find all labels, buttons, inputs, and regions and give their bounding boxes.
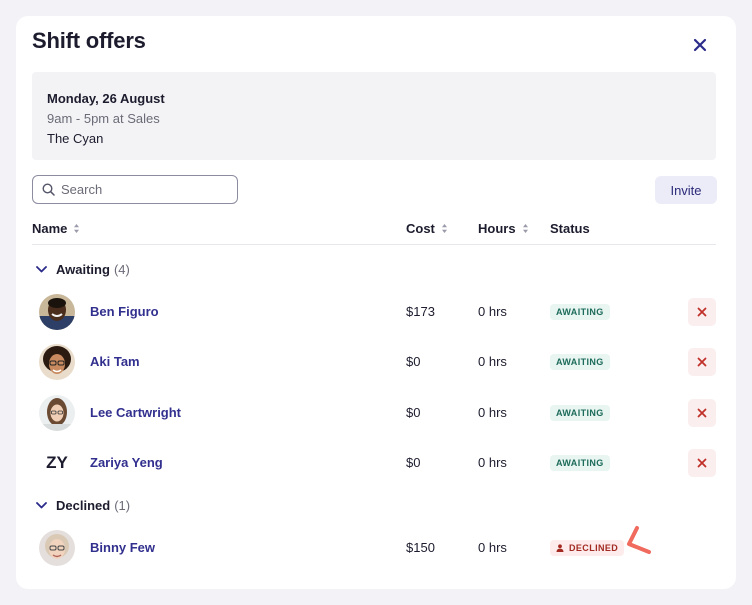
- hours-value: 0 hrs: [478, 405, 507, 420]
- sort-icon: [522, 224, 528, 233]
- column-status-label: Status: [550, 221, 590, 236]
- shift-location: The Cyan: [47, 131, 104, 146]
- remove-button[interactable]: [688, 298, 716, 326]
- annotation-mark: [627, 526, 651, 554]
- cost-value: $0: [406, 405, 421, 420]
- status-badge: DECLINED: [550, 540, 625, 556]
- hours-value: 0 hrs: [478, 540, 507, 555]
- group-label: Awaiting: [56, 262, 110, 277]
- group-awaiting-toggle[interactable]: Awaiting (4): [36, 262, 130, 277]
- status-badge: AWAITING: [550, 455, 610, 471]
- person-icon: [556, 544, 564, 552]
- status-badge: AWAITING: [550, 304, 610, 320]
- hours-value: 0 hrs: [478, 354, 507, 369]
- status-badge: AWAITING: [550, 354, 610, 370]
- shift-details: Monday, 26 August 9am - 5pm at Sales The…: [32, 72, 716, 160]
- chevron-down-icon: [36, 502, 47, 509]
- group-count: (1): [114, 498, 131, 513]
- employee-name-link[interactable]: Aki Tam: [90, 354, 140, 369]
- cost-value: $173: [406, 304, 435, 319]
- chevron-down-icon: [36, 266, 47, 273]
- column-hours[interactable]: Hours: [478, 221, 529, 236]
- column-hours-label: Hours: [478, 221, 516, 236]
- status-text: AWAITING: [556, 307, 604, 317]
- status-text: AWAITING: [556, 357, 604, 367]
- cost-value: $0: [406, 354, 421, 369]
- group-declined-toggle[interactable]: Declined (1): [36, 498, 130, 513]
- cost-value: $0: [406, 455, 421, 470]
- invite-button[interactable]: Invite: [655, 176, 717, 204]
- avatar: [39, 530, 75, 566]
- column-status: Status: [550, 221, 590, 236]
- avatar: ZY: [39, 445, 75, 481]
- table-row: Lee Cartwright $0 0 hrs AWAITING: [32, 393, 716, 433]
- group-count: (4): [113, 262, 130, 277]
- employee-name-link[interactable]: Lee Cartwright: [90, 405, 181, 420]
- search-box[interactable]: [32, 175, 238, 204]
- column-name[interactable]: Name: [32, 221, 80, 236]
- status-badge: AWAITING: [550, 405, 610, 421]
- hours-value: 0 hrs: [478, 455, 507, 470]
- shift-date: Monday, 26 August: [47, 91, 165, 106]
- hours-value: 0 hrs: [478, 304, 507, 319]
- table-header: Name Cost Hours Status: [32, 218, 716, 245]
- column-cost[interactable]: Cost: [406, 221, 448, 236]
- close-icon: [693, 38, 707, 52]
- table-row: Aki Tam $0 0 hrs AWAITING: [32, 342, 716, 382]
- shift-time: 9am - 5pm at Sales: [47, 111, 160, 126]
- column-cost-label: Cost: [406, 221, 435, 236]
- status-text: AWAITING: [556, 408, 604, 418]
- table-row: ZY Zariya Yeng $0 0 hrs AWAITING: [32, 443, 716, 483]
- close-button[interactable]: [686, 34, 714, 56]
- status-text: AWAITING: [556, 458, 604, 468]
- close-icon: [697, 357, 707, 367]
- remove-button[interactable]: [688, 348, 716, 376]
- search-icon: [42, 183, 55, 196]
- remove-button[interactable]: [688, 399, 716, 427]
- remove-button[interactable]: [688, 449, 716, 477]
- close-icon: [697, 458, 707, 468]
- sort-icon: [441, 224, 447, 233]
- group-label: Declined: [56, 498, 111, 513]
- employee-name-link[interactable]: Ben Figuro: [90, 304, 159, 319]
- employee-name-link[interactable]: Zariya Yeng: [90, 455, 163, 470]
- search-input[interactable]: [61, 182, 221, 197]
- employee-name-link[interactable]: Binny Few: [90, 540, 155, 555]
- avatar: [39, 344, 75, 380]
- table-row: Ben Figuro $173 0 hrs AWAITING: [32, 292, 716, 332]
- avatar: [39, 294, 75, 330]
- status-text: DECLINED: [569, 543, 619, 553]
- modal-title: Shift offers: [32, 28, 146, 53]
- cost-value: $150: [406, 540, 435, 555]
- table-row: Binny Few $150 0 hrs DECLINED: [32, 528, 716, 568]
- avatar: [39, 395, 75, 431]
- shift-offers-modal: Shift offers Monday, 26 August 9am - 5pm…: [16, 16, 736, 589]
- close-icon: [697, 307, 707, 317]
- sort-icon: [74, 224, 80, 233]
- column-name-label: Name: [32, 221, 68, 236]
- close-icon: [697, 408, 707, 418]
